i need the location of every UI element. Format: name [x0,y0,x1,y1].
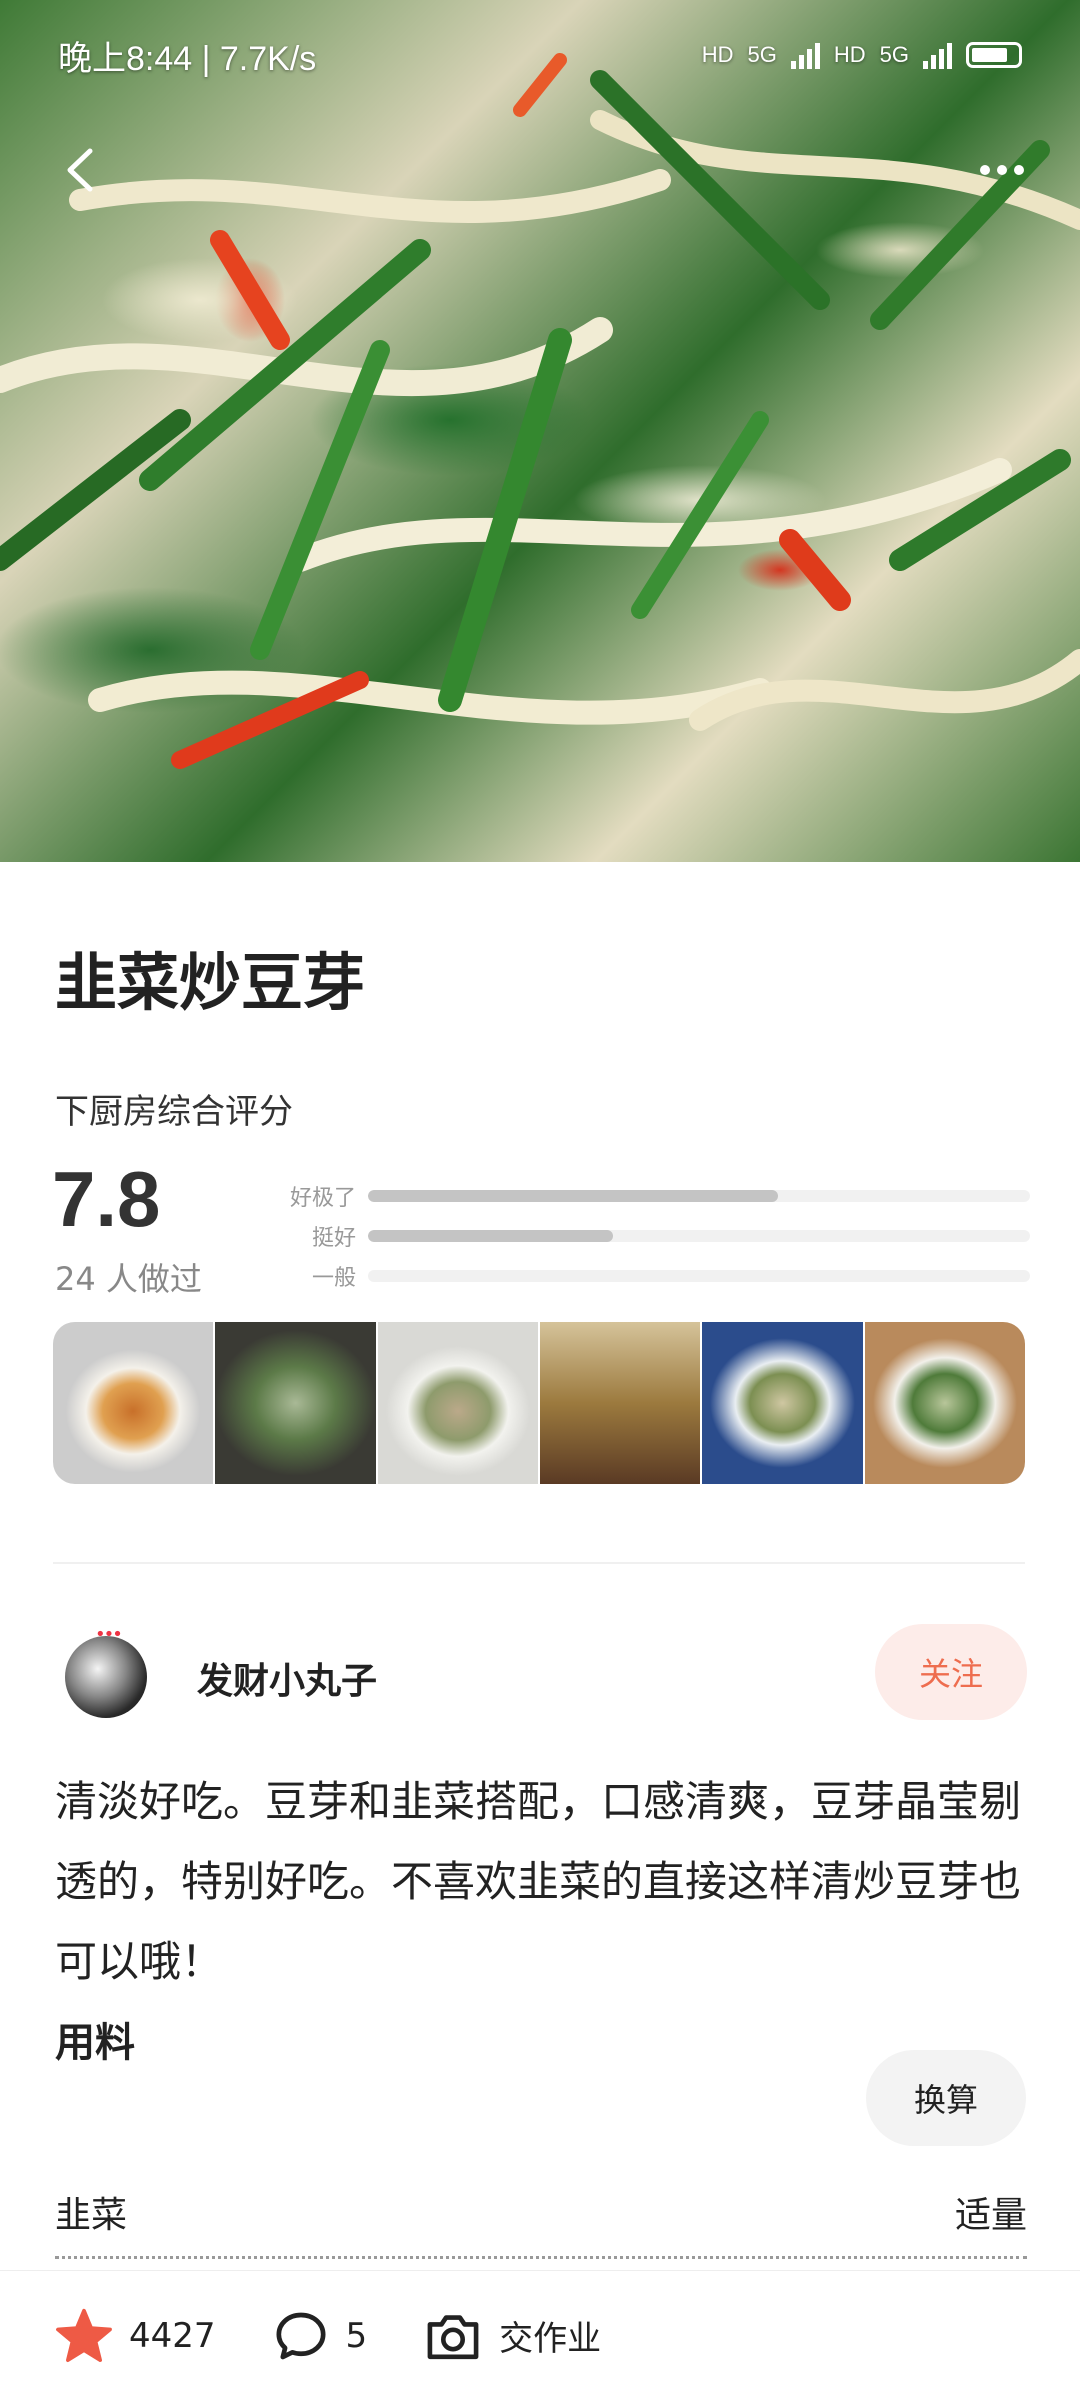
section-divider [53,1562,1025,1564]
rating-bar-label: 好极了 [289,1186,356,1211]
ingredient-amount: 适量 [954,2195,1027,2236]
avatar-badge-icon: ••• [95,1624,123,1645]
recipe-hero-image: 晚上8:44 | 7.7K/s HD 5G HD 5G [0,0,1080,862]
food-photo [0,53,1080,769]
favorites-count: 4427 [129,2315,216,2356]
homework-label: 交作业 [499,2319,602,2359]
cooked-photo[interactable] [702,1322,865,1484]
cooked-photo[interactable] [539,1322,703,1484]
hd-icon: HD [833,42,866,67]
rating-label: 下厨房综合评分 [55,1092,293,1132]
comment-icon [276,2312,326,2359]
cooked-photo[interactable] [864,1322,1025,1484]
bottom-action-bar: 4427 5 交作业 [0,2270,1080,2400]
camera-icon [427,2314,479,2359]
status-bar: 晚上8:44 | 7.7K/s HD 5G HD 5G [0,0,1080,110]
cooked-photo[interactable] [53,1322,216,1484]
ingredients-title: 用料 [55,2020,135,2066]
back-button[interactable] [40,130,120,210]
homework-button[interactable]: 交作业 [423,2308,601,2364]
cooked-photo[interactable] [377,1322,540,1484]
convert-button[interactable]: 换算 [866,2050,1026,2146]
star-icon [56,2308,112,2362]
author-row: ••• 发财小丸子 关注 [55,1614,1027,1734]
comments-count: 5 [345,2315,368,2356]
rating-bar-label: 挺好 [311,1226,356,1251]
rating-bar-track [368,1230,1030,1242]
rating-breakdown: 好极了 挺好 一般 [270,1176,1030,1296]
chevron-left-icon [67,148,93,192]
ingredient-name: 韭菜 [55,2195,128,2236]
rating-bar-fill [368,1230,613,1242]
more-horizontal-icon [980,165,1024,175]
ingredient-row: 韭菜 适量 [55,2166,1027,2259]
follow-button[interactable]: 关注 [875,1624,1027,1720]
signal-icon [790,41,820,69]
rating-bar-label: 一般 [311,1266,356,1291]
rating-bar-row: 挺好 [270,1216,1030,1256]
author-name[interactable]: 发财小丸子 [197,1652,377,1704]
favorite-button[interactable]: 4427 [55,2308,216,2364]
signal-icon [923,41,952,69]
hd-icon: HD [701,42,734,67]
recipe-description: 清淡好吃。豆芽和韭菜搭配，口感清爽，豆芽晶莹剔透的，特别好吃。不喜欢韭菜的直接这… [55,1777,1022,1986]
rating-bar-track [368,1190,1030,1202]
more-button[interactable] [962,130,1042,210]
battery-icon [966,42,1022,68]
status-time: 晚上8:44 | 7.7K/s [58,39,317,78]
avatar[interactable] [65,1636,147,1718]
rating-score: 7.8 [52,1155,161,1243]
rating-bar-row: 一般 [270,1256,1030,1296]
recipe-title: 韭菜炒豆芽 [55,946,366,1019]
rating-bar-fill [368,1190,779,1202]
cooked-photo[interactable] [215,1322,378,1484]
rating-bar-row: 好极了 [270,1176,1030,1216]
network-5g-label: 5G [879,42,909,67]
network-5g-label: 5G [747,42,777,67]
comment-button[interactable]: 5 [272,2308,368,2364]
status-icons: HD 5G HD 5G [702,41,1022,69]
cooked-count: 24 人做过 [55,1260,202,1298]
rating-bar-track [368,1270,1030,1282]
cooked-photos-strip[interactable] [53,1322,1025,1484]
